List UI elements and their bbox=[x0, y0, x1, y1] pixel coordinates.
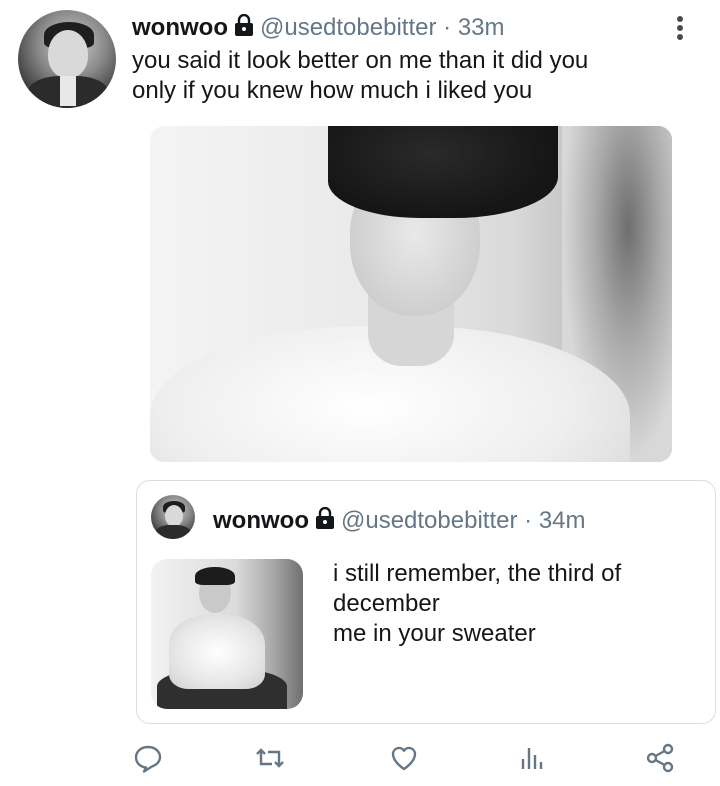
retweet-icon[interactable] bbox=[250, 738, 290, 778]
quoted-avatar-face bbox=[165, 505, 183, 527]
tweet-header: wonwoo @usedtobebitter · 33m bbox=[132, 13, 505, 43]
reply-icon[interactable] bbox=[128, 738, 168, 778]
avatar-face bbox=[48, 30, 88, 78]
quoted-text-line: december bbox=[333, 590, 440, 617]
tweet-time[interactable]: 33m bbox=[458, 14, 505, 41]
quoted-avatar-body bbox=[155, 525, 191, 539]
quoted-text-line: me in your sweater bbox=[333, 620, 536, 647]
quoted-photo-hair bbox=[195, 567, 235, 585]
lock-icon bbox=[234, 13, 254, 43]
quoted-time: 34m bbox=[538, 507, 586, 534]
quoted-text: i still remember, the third of december … bbox=[333, 559, 693, 649]
quoted-tweet[interactable]: wonwoo @usedtobebitter · 34m i still reme… bbox=[136, 480, 716, 724]
tweet-photo[interactable] bbox=[150, 126, 672, 462]
author-avatar[interactable] bbox=[18, 10, 116, 108]
share-icon[interactable] bbox=[640, 738, 680, 778]
photo-hair bbox=[328, 126, 558, 218]
analytics-icon[interactable] bbox=[512, 738, 552, 778]
author-handle[interactable]: @usedtobebitter bbox=[260, 14, 436, 41]
action-bar bbox=[0, 738, 720, 778]
quoted-author-name: wonwoo bbox=[213, 507, 309, 534]
quoted-header: wonwoo @usedtobebitter · 34m bbox=[213, 506, 586, 536]
heart-icon[interactable] bbox=[384, 738, 424, 778]
author-name[interactable]: wonwoo bbox=[132, 14, 228, 41]
tweet-text: you said it look better on me than it di… bbox=[132, 46, 588, 106]
more-vertical-icon[interactable] bbox=[672, 16, 688, 42]
quoted-photo bbox=[151, 559, 303, 709]
avatar-collar bbox=[60, 76, 76, 106]
separator-dot: · bbox=[443, 14, 452, 41]
quoted-text-line: i still remember, the third of bbox=[333, 560, 622, 587]
lock-icon bbox=[315, 506, 335, 536]
tweet-text-line: only if you knew how much i liked you bbox=[132, 77, 533, 104]
quoted-avatar bbox=[151, 495, 195, 539]
tweet-text-line: you said it look better on me than it di… bbox=[132, 47, 589, 74]
quoted-author-handle: @usedtobebitter bbox=[340, 507, 518, 534]
quoted-photo-sweater bbox=[169, 615, 265, 689]
separator-dot: · bbox=[524, 507, 533, 534]
